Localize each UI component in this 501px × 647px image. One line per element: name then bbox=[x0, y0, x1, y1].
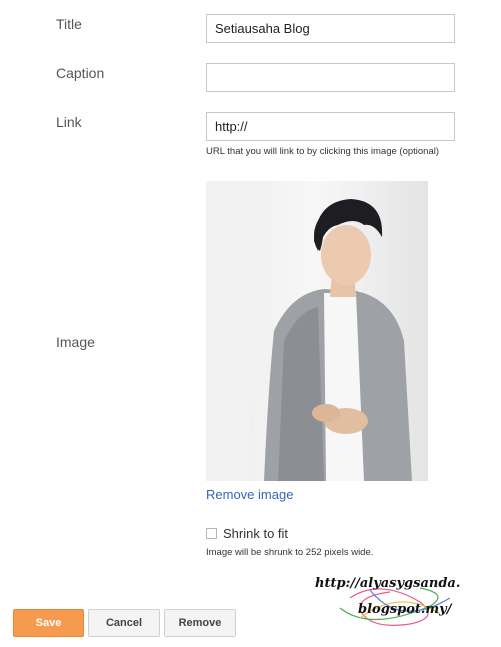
title-label: Title bbox=[56, 16, 82, 32]
image-preview bbox=[206, 181, 428, 481]
link-help-text: URL that you will link to by clicking th… bbox=[206, 146, 440, 157]
watermark-line-1: http://alyasygsanda. bbox=[315, 576, 461, 591]
caption-input[interactable] bbox=[206, 63, 455, 92]
link-input[interactable] bbox=[206, 112, 455, 141]
portrait-photo bbox=[206, 181, 428, 481]
caption-label: Caption bbox=[56, 65, 105, 81]
link-label: Link bbox=[56, 114, 82, 130]
blog-watermark: http://alyasygsanda. blogspot.my/ bbox=[300, 568, 490, 638]
cancel-button[interactable]: Cancel bbox=[88, 609, 160, 637]
save-button[interactable]: Save bbox=[13, 609, 84, 637]
watermark-line-2: blogspot.my/ bbox=[358, 602, 452, 617]
shrink-help-text: Image will be shrunk to 252 pixels wide. bbox=[206, 547, 374, 558]
shrink-to-fit-label[interactable]: Shrink to fit bbox=[223, 526, 288, 541]
remove-button[interactable]: Remove bbox=[164, 609, 236, 637]
image-label: Image bbox=[56, 334, 95, 350]
title-input[interactable] bbox=[206, 14, 455, 43]
remove-image-link[interactable]: Remove image bbox=[206, 487, 293, 502]
shrink-to-fit-checkbox[interactable] bbox=[206, 528, 217, 539]
